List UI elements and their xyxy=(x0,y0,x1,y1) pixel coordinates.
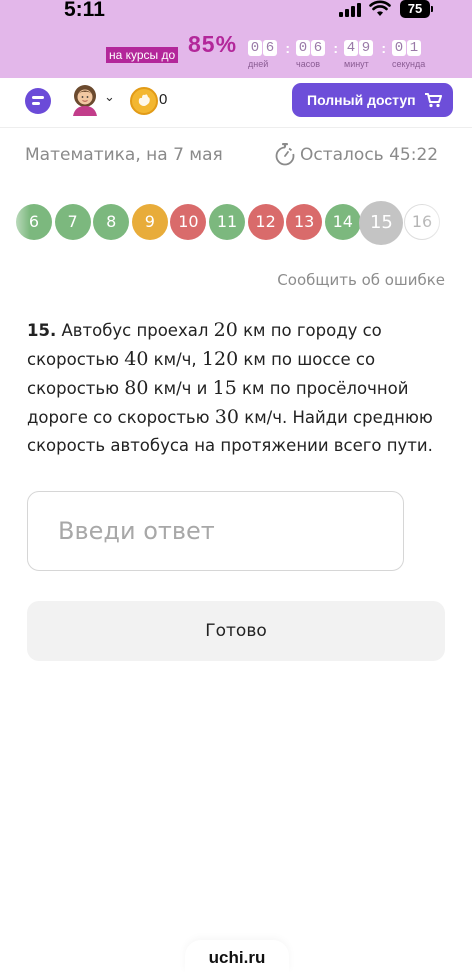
task-text: 15. Автобус проехал 20 км по городу со с… xyxy=(27,316,447,460)
full-access-label: Полный доступ xyxy=(307,92,416,108)
wifi-icon xyxy=(369,0,391,16)
countdown-group: 0 1 секунда xyxy=(392,40,440,69)
task-text-fragment: км/ч и xyxy=(148,379,213,398)
battery-tip xyxy=(431,6,433,12)
chat-icon[interactable] xyxy=(25,88,51,114)
question-navigator: 6 7 8 9 10 11 12 13 14 15 16 xyxy=(0,200,472,246)
countdown-separator: : xyxy=(285,40,290,56)
question-bubble-15[interactable]: 15 xyxy=(359,201,404,245)
lesson-subject: Математика, на 7 мая xyxy=(25,145,223,165)
question-bubble-7[interactable]: 7 xyxy=(54,204,91,240)
question-bubble-16[interactable]: 16 xyxy=(404,204,440,240)
promo-banner[interactable]: 5:11 75 на курсы до 85% 0 6: дней 0 6: часов 4… xyxy=(0,0,472,78)
countdown-digit: 6 xyxy=(263,40,277,56)
countdown-group: 0 6: часов xyxy=(296,40,344,69)
promo-label: на курсы до xyxy=(106,47,179,63)
coin-icon[interactable] xyxy=(130,87,158,115)
task-math-value: 120 xyxy=(201,348,239,370)
countdown-digit: 0 xyxy=(296,40,310,56)
question-bubble-8[interactable]: 8 xyxy=(93,204,130,240)
battery-icon: 75 xyxy=(400,0,430,18)
countdown-label: дней xyxy=(248,59,269,69)
task-math-value: 15 xyxy=(212,377,237,399)
status-time: 5:11 xyxy=(64,0,105,21)
full-access-button[interactable]: Полный доступ xyxy=(292,83,453,117)
time-remaining: Осталось 45:22 xyxy=(300,145,439,165)
answer-input[interactable] xyxy=(28,492,403,570)
countdown-separator: : xyxy=(333,40,338,56)
question-bubble-6[interactable]: 6 xyxy=(16,204,52,240)
question-bubble-10[interactable]: 10 xyxy=(170,204,207,240)
countdown-digit: 0 xyxy=(248,40,262,56)
signal-icon xyxy=(339,3,361,17)
task-text-fragment: км/ч, xyxy=(148,350,202,369)
countdown-digit: 0 xyxy=(392,40,406,56)
answer-field[interactable] xyxy=(27,491,404,571)
countdown-digit: 9 xyxy=(359,40,373,56)
task-text-fragment: Автобус проехал xyxy=(56,321,214,340)
report-error-link[interactable]: Сообщить об ошибке xyxy=(277,271,445,289)
task-math-value: 20 xyxy=(213,319,238,341)
countdown-digit: 6 xyxy=(311,40,325,56)
cart-icon xyxy=(424,93,442,108)
promo-countdown: 0 6: дней 0 6: часов 4 9: минут 0 1 секунда xyxy=(248,40,440,69)
task-number: 15. xyxy=(27,321,57,340)
avatar[interactable] xyxy=(70,84,100,116)
coin-count: 0 xyxy=(159,91,168,108)
task-math-value: 30 xyxy=(214,406,239,428)
countdown-group: 0 6: дней xyxy=(248,40,296,69)
stopwatch-icon xyxy=(275,143,295,166)
footer-brand: uchi.ru xyxy=(185,940,289,972)
countdown-label: секунда xyxy=(392,59,426,69)
task-math-value: 80 xyxy=(124,377,149,399)
promo-percent: 85% xyxy=(188,31,238,57)
countdown-label: часов xyxy=(296,59,321,69)
question-bubble-14[interactable]: 14 xyxy=(324,204,361,240)
countdown-digit: 1 xyxy=(407,40,421,56)
question-bubble-12[interactable]: 12 xyxy=(247,204,284,240)
countdown-label: минут xyxy=(344,59,369,69)
question-bubble-11[interactable]: 11 xyxy=(209,204,245,240)
countdown-separator: : xyxy=(381,40,386,56)
countdown-group: 4 9: минут xyxy=(344,40,392,69)
countdown-digit: 4 xyxy=(344,40,358,56)
task-math-value: 40 xyxy=(124,348,149,370)
chevron-down-icon[interactable]: ⌄ xyxy=(104,90,115,105)
question-bubble-13[interactable]: 13 xyxy=(286,204,323,240)
question-bubble-9[interactable]: 9 xyxy=(131,204,168,240)
app-header: ⌄ 0 Полный доступ xyxy=(0,78,472,128)
done-button[interactable]: Готово xyxy=(27,601,445,661)
